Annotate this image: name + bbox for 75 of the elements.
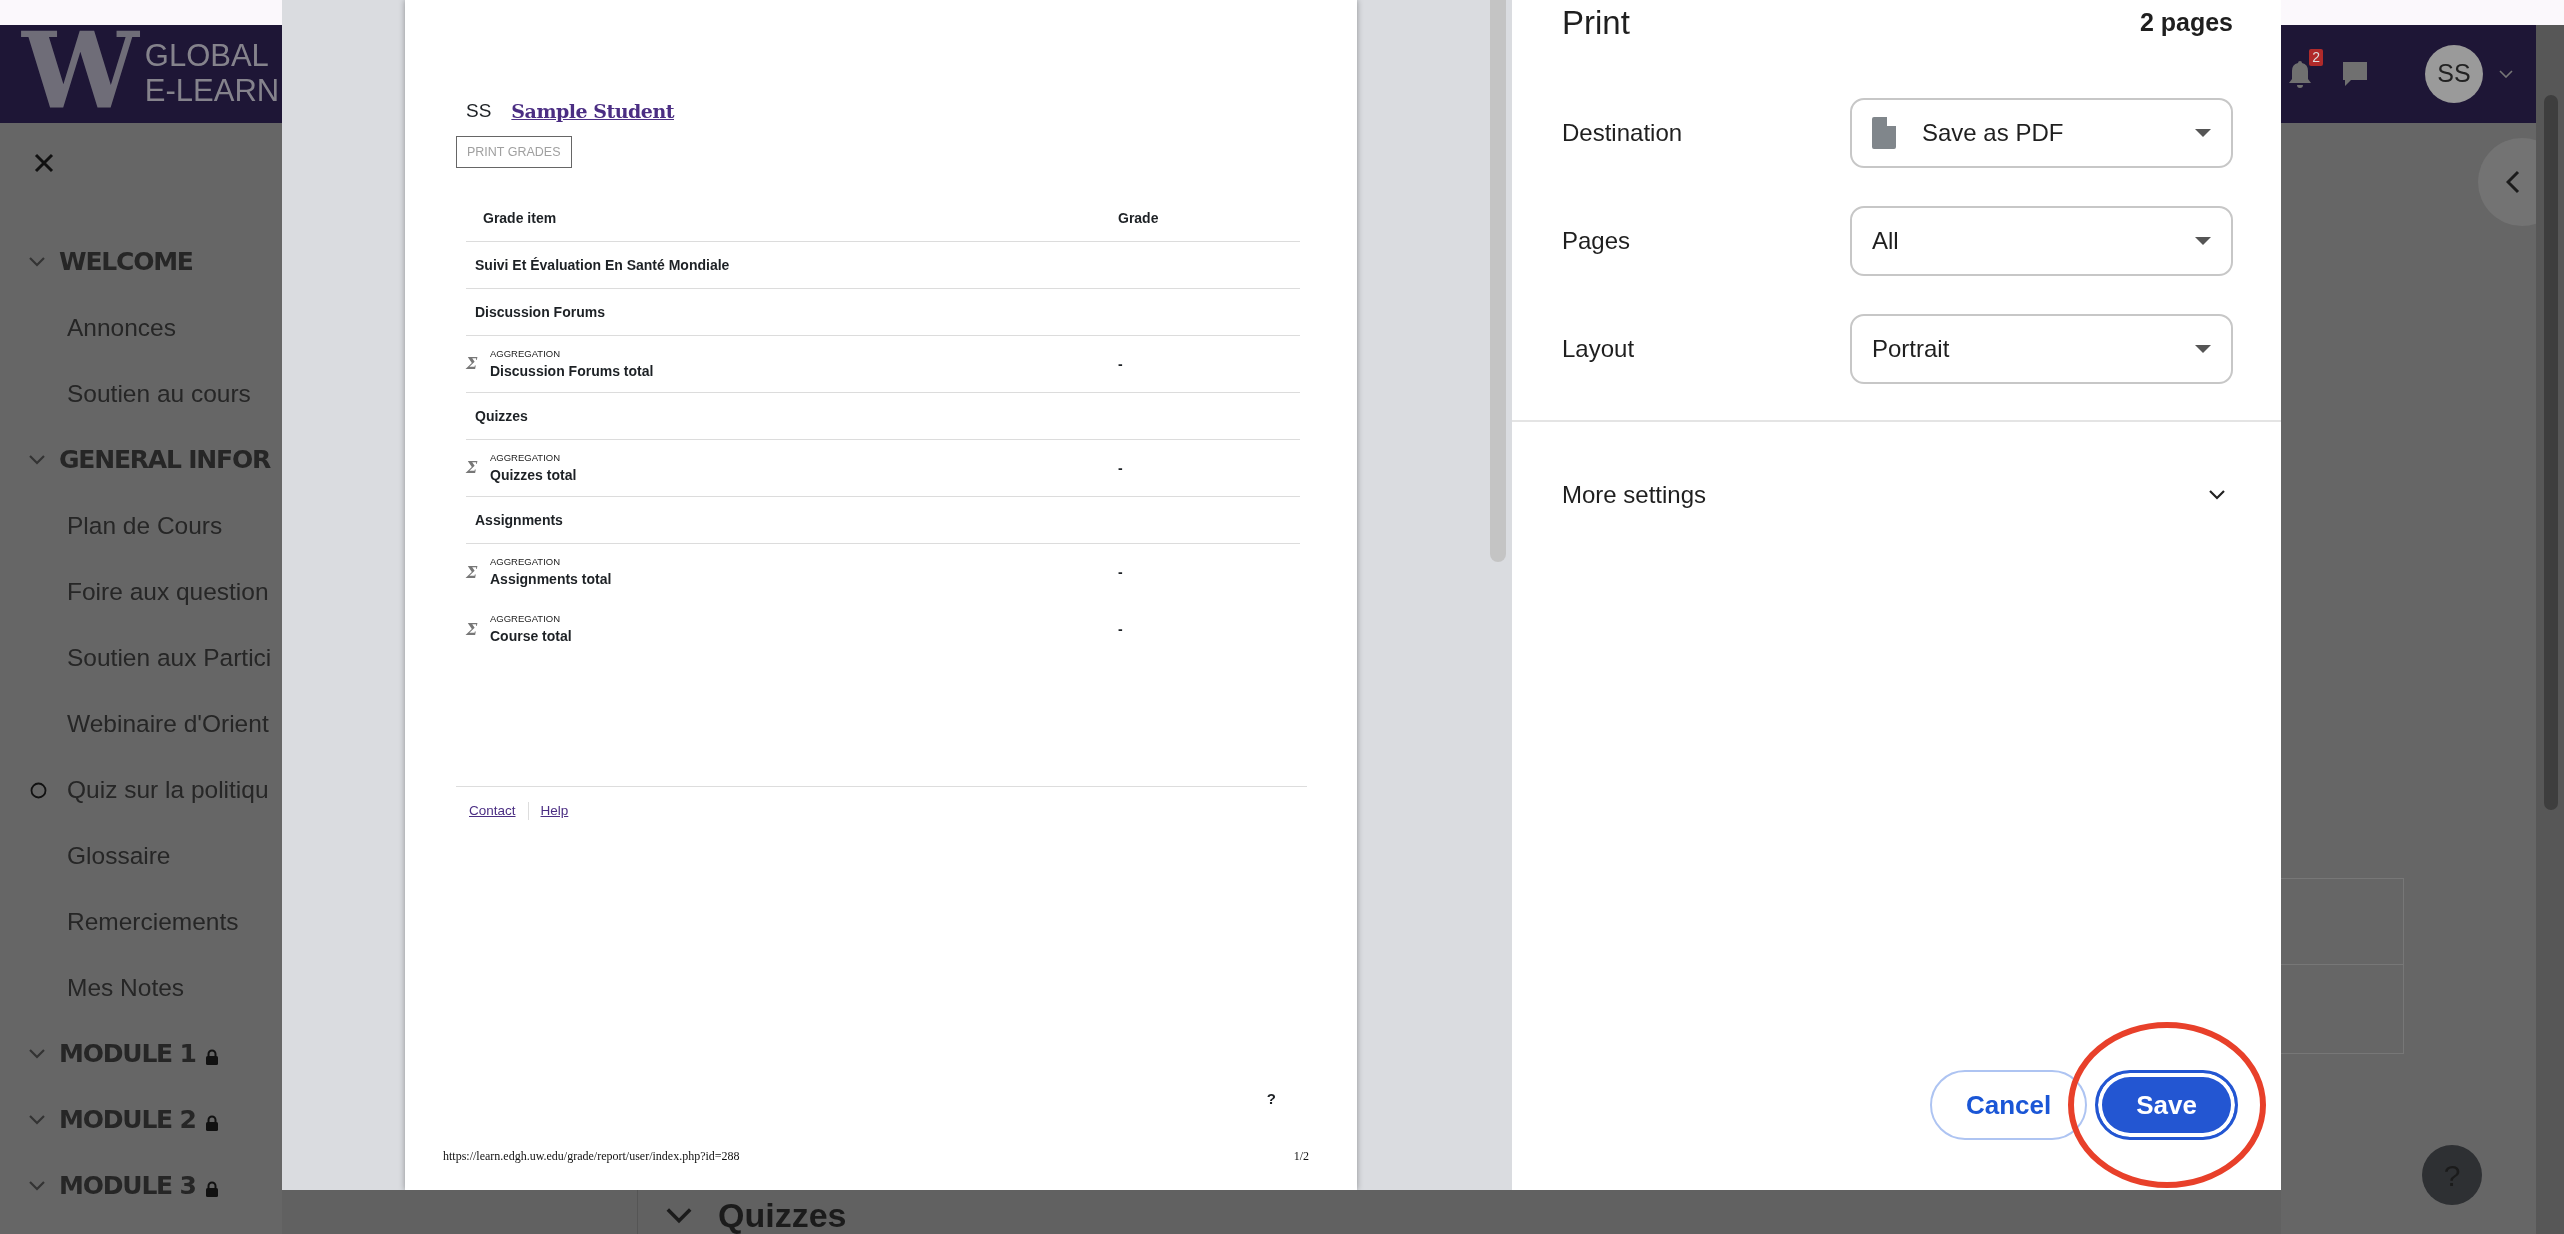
sidebar-item[interactable]: Foire aux question xyxy=(67,573,269,611)
chevron-down-icon[interactable] xyxy=(2209,490,2225,500)
grade-value: - xyxy=(1118,564,1123,581)
item-type: AGGREGATION xyxy=(490,555,562,570)
grade-item: Assignments total xyxy=(490,570,612,590)
category-name: Quizzes xyxy=(475,406,528,426)
grade-item: Quizzes total xyxy=(490,465,577,485)
sidebar-item[interactable]: Remerciements xyxy=(67,903,239,941)
dropdown-select[interactable]: Portrait xyxy=(1850,314,2233,384)
item-type: AGGREGATION xyxy=(490,612,562,627)
logo-mark[interactable]: W xyxy=(22,19,139,123)
setting-label: Destination xyxy=(1562,118,1684,148)
sidebar-item[interactable]: Quiz sur la politiqu xyxy=(67,771,269,809)
section-title[interactable]: MODULE 1 xyxy=(59,1035,196,1073)
category-name: Assignments xyxy=(475,510,563,530)
circle-icon xyxy=(30,781,47,799)
grade-item: Discussion Forums total xyxy=(490,361,654,381)
destination-select[interactable]: Save as PDF xyxy=(1850,98,2233,168)
page-number: 1/2 xyxy=(1293,1148,1309,1165)
sidebar-item[interactable]: Plan de Cours xyxy=(67,507,223,545)
scrollbar[interactable] xyxy=(2544,95,2558,810)
page-url: https://learn.edgh.uw.edu/grade/report/user/index.php?id=288 xyxy=(443,1148,740,1165)
sidebar-item[interactable]: Soutien aux Partici xyxy=(67,639,272,677)
sigma-icon: Σ xyxy=(466,617,482,642)
file-icon xyxy=(1872,117,1896,149)
page-count: 2 pages xyxy=(2139,7,2233,39)
logo-text: GLOBAL xyxy=(144,39,270,74)
sidebar-item[interactable]: Soutien au cours xyxy=(67,375,251,413)
setting-label: Layout xyxy=(1562,334,1636,364)
dropdown-arrow-icon xyxy=(2195,237,2211,245)
print-grades-button[interactable]: PRINT GRADES xyxy=(456,135,572,169)
grade-value: - xyxy=(1118,621,1123,638)
sidebar-item[interactable]: Glossaire xyxy=(67,837,171,875)
sidebar-item[interactable]: Annonces xyxy=(67,309,176,347)
footer-link[interactable]: Contact xyxy=(469,801,516,822)
column-header: Grade item xyxy=(483,209,557,229)
item-type: AGGREGATION xyxy=(490,346,562,361)
sidebar-item[interactable]: Webinaire d'Orient xyxy=(67,705,269,743)
chat-icon[interactable] xyxy=(2341,60,2369,88)
column-header: Grade xyxy=(1118,210,1159,227)
grade-value: - xyxy=(1118,459,1123,476)
sidebar-item[interactable]: Mes Notes xyxy=(67,969,185,1007)
dialog-title: Print xyxy=(1562,3,1630,44)
chevron-left-icon xyxy=(2506,170,2520,194)
close-icon[interactable] xyxy=(34,153,54,173)
caret-icon[interactable] xyxy=(2499,70,2513,78)
logo-text: E-LEARN xyxy=(144,74,280,109)
save-button[interactable]: Save xyxy=(2095,1070,2238,1140)
dropdown-arrow-icon xyxy=(2195,129,2211,137)
cancel-button[interactable]: Cancel xyxy=(1930,1070,2088,1140)
user-avatar[interactable]: SS xyxy=(2425,45,2483,103)
sigma-icon: Σ xyxy=(466,456,482,481)
sigma-icon: Σ xyxy=(466,352,482,377)
footer-link[interactable]: Help xyxy=(540,801,569,822)
section-title[interactable]: WELCOME xyxy=(59,243,193,281)
dropdown-select[interactable]: All xyxy=(1850,206,2233,276)
dropdown-arrow-icon xyxy=(2195,345,2211,353)
section-title[interactable]: GENERAL INFOR xyxy=(59,441,271,479)
item-type: AGGREGATION xyxy=(490,450,562,465)
sigma-icon: Σ xyxy=(466,560,482,585)
setting-label: Pages xyxy=(1562,226,1632,256)
section-title[interactable]: MODULE 3 xyxy=(59,1167,196,1205)
notification-count: 2 xyxy=(2309,49,2323,66)
help-mark: ? xyxy=(1266,1088,1276,1109)
category-name: Suivi Et Évaluation En Santé Mondiale xyxy=(475,255,730,275)
more-settings-toggle[interactable]: More settings xyxy=(1562,422,2233,568)
bell-icon[interactable] xyxy=(2287,59,2313,89)
category-name: Discussion Forums xyxy=(475,302,605,322)
grade-value: - xyxy=(1118,355,1123,372)
section-heading[interactable]: Quizzes xyxy=(718,1190,847,1234)
student-link[interactable]: Sample Student xyxy=(511,97,674,126)
user-initials: SS xyxy=(466,99,492,123)
scrollbar[interactable] xyxy=(1490,0,1506,562)
grade-item: Course total xyxy=(490,627,572,647)
section-title[interactable]: MODULE 2 xyxy=(59,1101,196,1139)
